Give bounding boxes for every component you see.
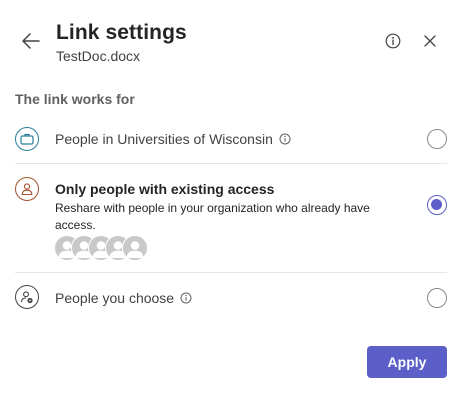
person-settings-icon: [15, 285, 39, 309]
dialog-title: Link settings: [56, 21, 187, 44]
info-icon[interactable]: [279, 133, 291, 145]
dialog-header: Link settings TestDoc.docx: [0, 0, 467, 80]
file-name: TestDoc.docx: [56, 48, 141, 64]
option-description: Reshare with people in your organization…: [55, 201, 370, 232]
close-button[interactable]: [420, 31, 440, 51]
option-people-you-choose[interactable]: People you choose: [0, 273, 467, 323]
apply-button[interactable]: Apply: [367, 346, 447, 378]
arrow-left-icon: [22, 33, 40, 49]
info-icon[interactable]: [180, 292, 192, 304]
option-organization[interactable]: People in Universities of Wisconsin: [0, 118, 467, 162]
option-label: Only people with existing access: [55, 181, 275, 197]
section-label: The link works for: [15, 91, 135, 107]
radio-button-selected[interactable]: [427, 195, 447, 215]
option-label: People in Universities of Wisconsin: [55, 131, 273, 147]
option-label: People you choose: [55, 290, 175, 306]
briefcase-icon: [15, 127, 39, 151]
radio-button[interactable]: [427, 288, 447, 308]
avatar: [122, 235, 148, 261]
close-icon: [424, 35, 436, 47]
radio-button[interactable]: [427, 129, 447, 149]
back-button[interactable]: [18, 28, 44, 54]
avatar-group: [54, 235, 148, 261]
info-button[interactable]: [383, 31, 403, 51]
person-icon: [15, 177, 39, 201]
info-icon: [385, 33, 401, 49]
